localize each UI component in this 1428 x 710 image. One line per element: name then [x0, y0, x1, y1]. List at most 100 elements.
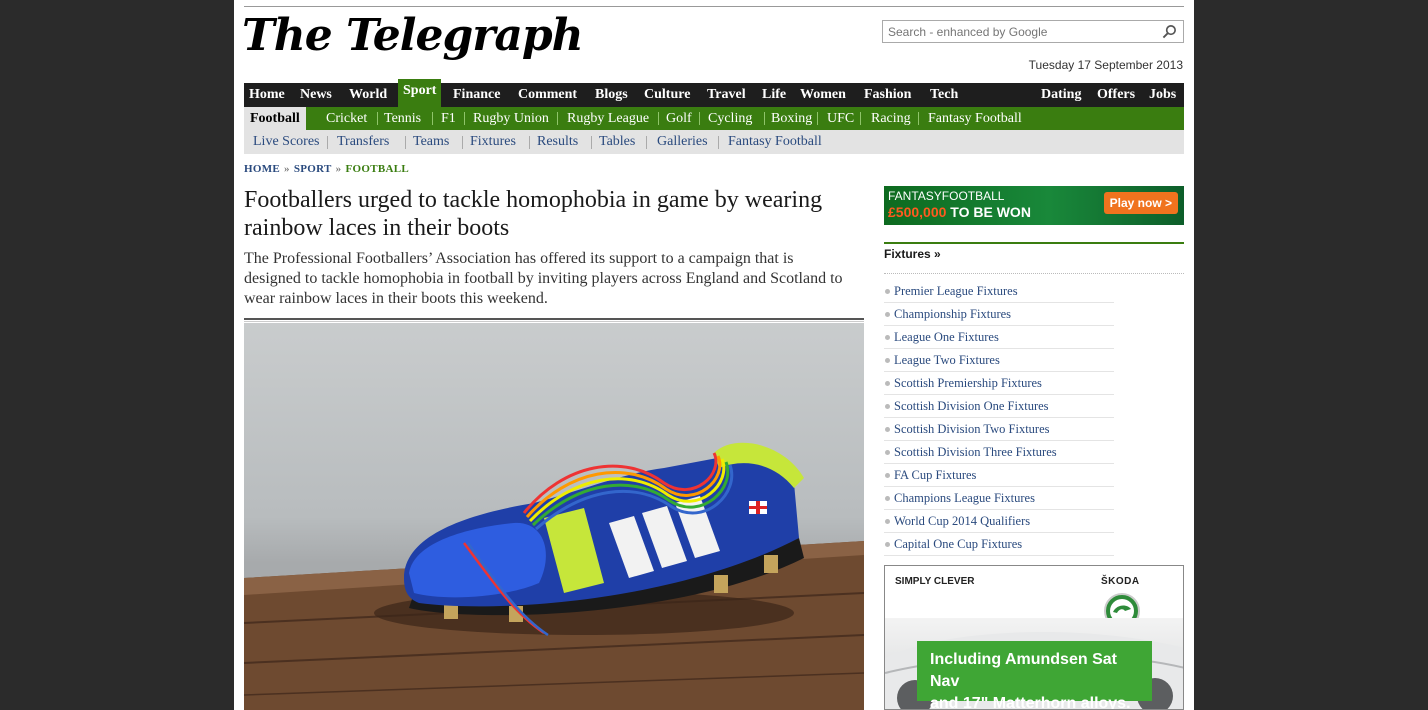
fixture-link-capital-one-cup[interactable]: Capital One Cup Fixtures: [884, 533, 1114, 556]
fixture-label: Scottish Division Three Fixtures: [894, 445, 1057, 459]
nav-news[interactable]: News: [295, 83, 337, 107]
breadcrumb-football[interactable]: FOOTBALL: [345, 163, 409, 175]
football-subnav: Live Scores Transfers Teams Fixtures Res…: [244, 130, 1184, 154]
subnav-live-scores[interactable]: Live Scores: [248, 130, 324, 154]
nav-tech[interactable]: Tech: [925, 83, 963, 107]
nav-divider: [464, 112, 465, 125]
nav-divider: [646, 136, 647, 149]
sport-tab-rugby-league[interactable]: Rugby League: [561, 107, 655, 130]
bullet-icon: [885, 381, 890, 386]
bullet-icon: [885, 542, 890, 547]
ad-skoda-promo[interactable]: Including Amundsen Sat Nav and 17" Matte…: [917, 641, 1152, 709]
fixture-link-premier-league[interactable]: Premier League Fixtures: [884, 280, 1114, 303]
sport-nav: Football Cricket Tennis F1 Rugby Union R…: [244, 107, 1184, 130]
fixture-link-champions-league[interactable]: Champions League Fixtures: [884, 487, 1114, 510]
fixture-label: Premier League Fixtures: [894, 284, 1018, 298]
sport-tab-cycling[interactable]: Cycling: [702, 107, 758, 130]
bullet-icon: [885, 335, 890, 340]
subnav-teams[interactable]: Teams: [408, 130, 454, 154]
nav-fashion[interactable]: Fashion: [859, 83, 916, 107]
breadcrumb-home[interactable]: HOME: [244, 163, 280, 175]
nav-offers[interactable]: Offers: [1092, 83, 1140, 107]
fixture-label: Scottish Division Two Fixtures: [894, 422, 1050, 436]
sport-tab-f1[interactable]: F1: [435, 107, 462, 130]
skoda-ad[interactable]: SIMPLY CLEVER ŠKODA Including Amundsen S…: [884, 565, 1184, 710]
fixture-label: World Cup 2014 Qualifiers: [894, 514, 1031, 528]
fixtures-divider: [884, 273, 1184, 274]
sport-tab-tennis[interactable]: Tennis: [378, 107, 427, 130]
nav-jobs[interactable]: Jobs: [1144, 83, 1181, 107]
subnav-transfers[interactable]: Transfers: [332, 130, 394, 154]
article-divider-light: [244, 321, 864, 322]
nav-travel[interactable]: Travel: [702, 83, 751, 107]
nav-divider: [557, 112, 558, 125]
nav-divider: [860, 112, 861, 125]
ad-fantasy-amount: £500,000: [888, 204, 947, 220]
nav-culture[interactable]: Culture: [639, 83, 695, 107]
main-nav: Home News World Sport Finance Comment Bl…: [244, 79, 1184, 107]
nav-women[interactable]: Women: [795, 83, 851, 107]
article-headline: Footballers urged to tackle homophobia i…: [244, 187, 823, 241]
nav-comment[interactable]: Comment: [513, 83, 582, 107]
site-logo[interactable]: The Telegraph: [242, 10, 584, 61]
sport-tab-racing[interactable]: Racing: [865, 107, 917, 130]
subnav-fantasy-football[interactable]: Fantasy Football: [723, 130, 827, 154]
fixture-link-scottish-div-one[interactable]: Scottish Division One Fixtures: [884, 395, 1114, 418]
fixture-link-scottish-div-two[interactable]: Scottish Division Two Fixtures: [884, 418, 1114, 441]
nav-divider: [432, 112, 433, 125]
fixtures-list: Premier League Fixtures Championship Fix…: [884, 280, 1114, 556]
nav-divider: [327, 136, 328, 149]
bullet-icon: [885, 450, 890, 455]
fixture-link-scottish-premiership[interactable]: Scottish Premiership Fixtures: [884, 372, 1114, 395]
bullet-icon: [885, 312, 890, 317]
sport-tab-rugby-union[interactable]: Rugby Union: [467, 107, 555, 130]
nav-divider: [529, 136, 530, 149]
fixture-label: Scottish Premiership Fixtures: [894, 376, 1042, 390]
breadcrumb-sport[interactable]: SPORT: [294, 163, 332, 175]
search-icon[interactable]: [1162, 24, 1177, 39]
nav-finance[interactable]: Finance: [448, 83, 505, 107]
nav-world[interactable]: World: [344, 83, 392, 107]
ad-fantasy-rest: TO BE WON: [946, 204, 1031, 220]
ad-skoda-tagline: SIMPLY CLEVER: [895, 576, 975, 587]
nav-divider: [699, 112, 700, 125]
nav-divider: [591, 136, 592, 149]
nav-home[interactable]: Home: [244, 83, 290, 107]
fixture-link-league-one[interactable]: League One Fixtures: [884, 326, 1114, 349]
ad-fantasy-title: FANTASYFOOTBALL: [888, 189, 1005, 203]
nav-divider: [718, 136, 719, 149]
fixture-link-championship[interactable]: Championship Fixtures: [884, 303, 1114, 326]
nav-dating[interactable]: Dating: [1036, 83, 1086, 107]
bullet-icon: [885, 473, 890, 478]
article-photo[interactable]: [244, 323, 864, 710]
sport-tab-fantasy-football[interactable]: Fantasy Football: [922, 107, 1028, 130]
fixture-link-scottish-div-three[interactable]: Scottish Division Three Fixtures: [884, 441, 1114, 464]
fixture-label: League One Fixtures: [894, 330, 999, 344]
sport-tab-golf[interactable]: Golf: [660, 107, 698, 130]
sport-tab-football[interactable]: Football: [244, 107, 306, 130]
fixture-link-fa-cup[interactable]: FA Cup Fixtures: [884, 464, 1114, 487]
sport-tab-boxing[interactable]: Boxing: [765, 107, 818, 130]
bullet-icon: [885, 358, 890, 363]
nav-life[interactable]: Life: [757, 83, 791, 107]
search-box[interactable]: [882, 20, 1184, 43]
nav-blogs[interactable]: Blogs: [590, 83, 633, 107]
subnav-results[interactable]: Results: [532, 130, 583, 154]
sport-tab-cricket[interactable]: Cricket: [320, 107, 373, 130]
search-input[interactable]: [883, 21, 1153, 42]
fantasy-football-ad[interactable]: FANTASYFOOTBALL £500,000 TO BE WON Play …: [884, 186, 1184, 225]
play-now-button[interactable]: Play now >: [1103, 192, 1178, 214]
fixtures-heading[interactable]: Fixtures »: [884, 247, 941, 261]
fixture-link-world-cup-qualifiers[interactable]: World Cup 2014 Qualifiers: [884, 510, 1114, 533]
fixture-link-league-two[interactable]: League Two Fixtures: [884, 349, 1114, 372]
sport-tab-ufc[interactable]: UFC: [821, 107, 860, 130]
fixture-label: Championship Fixtures: [894, 307, 1012, 321]
promo-line-1: Including Amundsen Sat Nav: [930, 651, 1117, 690]
subnav-tables[interactable]: Tables: [594, 130, 640, 154]
fixtures-rule: [884, 242, 1184, 244]
nav-divider: [918, 112, 919, 125]
nav-sport[interactable]: Sport: [398, 79, 442, 107]
subnav-galleries[interactable]: Galleries: [652, 130, 713, 154]
football-boot-image: [244, 442, 864, 710]
subnav-fixtures[interactable]: Fixtures: [465, 130, 521, 154]
